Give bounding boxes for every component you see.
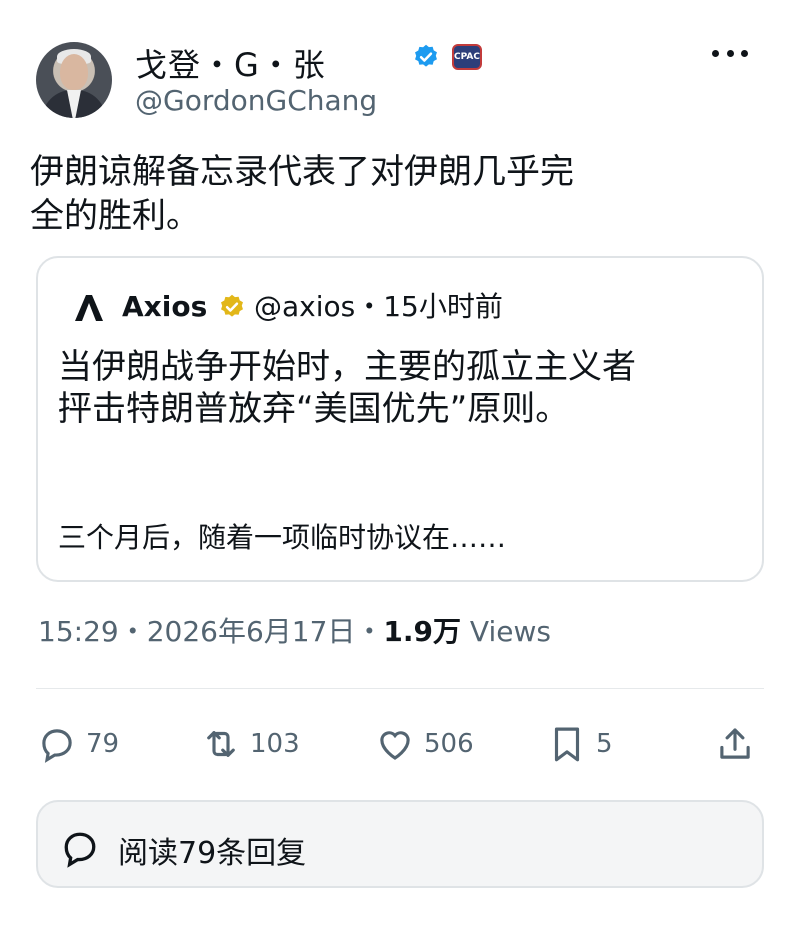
read-replies-label[interactable]: 阅读79条回复 <box>118 828 306 872</box>
verified-gold-badge-icon <box>221 294 243 317</box>
like-count: 506 <box>424 729 474 759</box>
quoted-text-line: 当伊朗战争开始时，主要的孤立主义者 <box>58 347 636 387</box>
verified-badge-icon <box>415 44 437 67</box>
bookmark-icon <box>554 727 580 762</box>
tweet-meta: 15:29・2026年6月17日・1.9万 Views <box>38 610 551 650</box>
reply-count: 79 <box>86 729 120 759</box>
quoted-handle-time: @axios・15小时前 <box>254 290 503 323</box>
quoted-author-name: Axios <box>122 290 208 323</box>
organization-badge-icon: CPAC <box>452 44 482 70</box>
reply-button[interactable]: 79 <box>36 722 119 766</box>
axios-logo-icon <box>75 295 103 321</box>
more-options-icon[interactable] <box>712 50 748 58</box>
retweet-icon <box>207 731 235 757</box>
retweet-button[interactable]: 103 <box>200 722 300 766</box>
reply-bubble-icon <box>64 832 96 868</box>
author-handle[interactable]: @GordonGChang <box>135 84 377 117</box>
quoted-text-line: 三个月后，随着一项临时协议在…… <box>58 521 507 554</box>
tweet-text-line: 全的胜利。 <box>30 196 200 236</box>
divider <box>36 688 764 689</box>
bookmark-count: 5 <box>596 729 613 759</box>
author-display-name[interactable]: 戈登・G・张 <box>135 40 326 86</box>
quoted-text-line: 抨击特朗普放弃“美国优先”原则。 <box>58 389 570 429</box>
views-count: 1.9万 <box>383 615 462 648</box>
share-button[interactable] <box>714 722 756 766</box>
views-label: Views <box>461 615 551 648</box>
heart-icon <box>380 731 410 760</box>
like-button[interactable]: 506 <box>374 722 474 766</box>
tweet-text: 伊朗谅解备忘录代表了对伊朗几乎完 全的胜利。 <box>30 150 680 238</box>
tweet-timestamp[interactable]: 15:29・2026年6月17日・ <box>38 615 383 648</box>
avatar[interactable] <box>36 42 112 118</box>
tweet-text-line: 伊朗谅解备忘录代表了对伊朗几乎完 <box>30 152 574 192</box>
reply-icon <box>42 729 72 763</box>
bookmark-button[interactable]: 5 <box>546 722 613 766</box>
share-icon <box>720 728 750 759</box>
quoted-tweet-text: 当伊朗战争开始时，主要的孤立主义者 抨击特朗普放弃“美国优先”原则。 <box>58 346 738 430</box>
retweet-count: 103 <box>250 729 300 759</box>
